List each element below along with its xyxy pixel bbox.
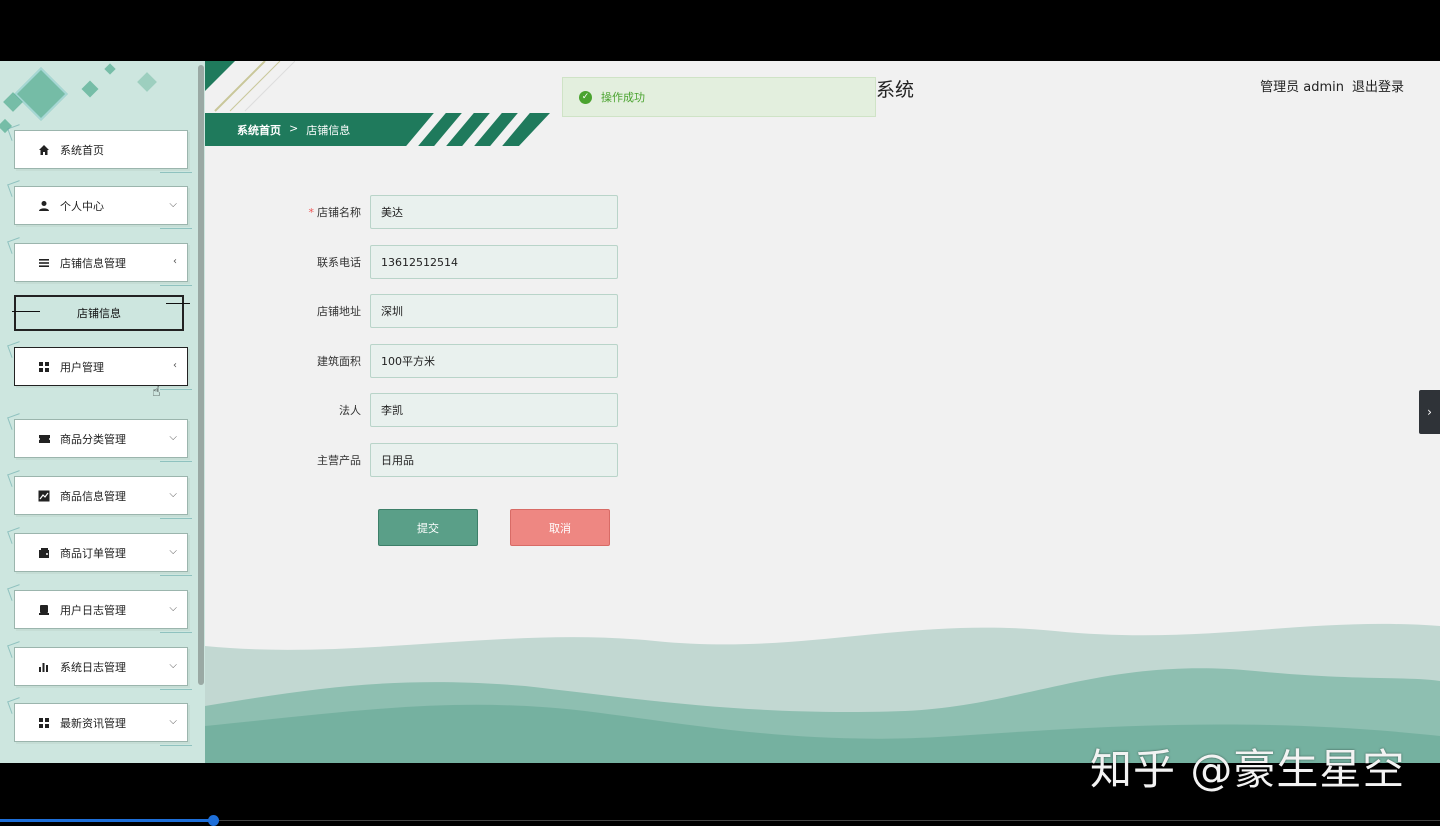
sidebar-decoration [104,63,116,75]
sidebar-item-label: 系统首页 [60,143,104,157]
sidebar-item-user-management[interactable]: 用户管理 ‹ [14,347,192,390]
required-mark: * [308,206,315,219]
form-row-phone: 联系电话 [290,245,630,279]
sidebar-scrollbar[interactable] [198,65,204,685]
chevron-right-icon: › [1427,405,1432,419]
sidebar-decoration [137,72,157,92]
grid-icon [37,360,51,374]
sidebar-item-label: 用户管理 [60,360,104,374]
page-title: 系统 [876,79,915,101]
logout-link[interactable]: 退出登录 [1352,76,1404,95]
person-icon [37,199,51,213]
form-row-shop-name: * 店铺名称 [290,195,630,229]
sidebar-item-label: 商品分类管理 [60,432,126,446]
sidebar-item-label: 个人中心 [60,199,104,213]
decor-line [12,311,40,312]
chevron-left-icon: ‹ [173,256,177,267]
sidebar-item-product-management[interactable]: 商品信息管理 ⌵ [14,476,192,519]
wallet-icon [37,546,51,560]
video-progress-bar[interactable] [0,819,214,822]
sidebar-item-label: 商品订单管理 [60,546,126,560]
chevron-down-icon: ⌵ [169,660,177,671]
field-label: 法人 [339,404,361,417]
chevron-down-icon: ⌵ [169,432,177,443]
chart-line-icon [37,489,51,503]
submit-button[interactable]: 提交 [378,509,478,546]
sidebar-item-system-log-management[interactable]: 系统日志管理 ⌵ [14,647,192,690]
form-row-area: 建筑面积 [290,344,630,378]
breadcrumb-separator: > [289,122,299,135]
video-progress-track[interactable] [214,820,1440,821]
ticket-icon [37,432,51,446]
sidebar-item-personal-center[interactable]: 个人中心 ⌵ [14,186,192,229]
sidebar-item-label: 系统日志管理 [60,660,126,674]
list-icon [37,256,51,270]
printer-icon [37,603,51,617]
video-progress-knob[interactable] [208,815,219,826]
field-label: 店铺地址 [317,305,361,318]
chevron-down-icon: ⌵ [169,546,177,557]
chevron-down-icon: ⌵ [169,199,177,210]
field-label: 主营产品 [317,454,361,467]
bar-chart-icon [37,660,51,674]
sidebar-item-label: 最新资讯管理 [60,716,126,730]
grid-icon [37,716,51,730]
sidebar-subitem-shop-info[interactable]: 店铺信息 [12,295,190,331]
area-field[interactable] [370,344,618,378]
form-row-main-product: 主营产品 [290,443,630,477]
sidebar-item-label: 用户日志管理 [60,603,126,617]
video-top-letterbox [0,0,1440,61]
cancel-button[interactable]: 取消 [510,509,610,546]
breadcrumb-current: 店铺信息 [306,124,351,137]
form-row-legal-person: 法人 [290,393,630,427]
field-label: * 店铺名称 [308,206,362,219]
chevron-down-icon: ⌵ [169,603,177,614]
breadcrumb: 系统首页 > 店铺信息 [237,122,350,138]
sidebar-item-category-management[interactable]: 商品分类管理 ⌵ [14,419,192,462]
decor-line [166,303,190,304]
sidebar-subitem-label: 店铺信息 [77,307,121,320]
user-label: 管理员 admin [1260,80,1344,95]
chevron-down-icon: ⌵ [169,716,177,727]
sidebar-item-label: 商品信息管理 [60,489,126,503]
sidebar-item-order-management[interactable]: 商品订单管理 ⌵ [14,533,192,576]
home-icon [37,143,51,157]
chevron-down-icon: ⌵ [169,489,177,500]
phone-field[interactable] [370,245,618,279]
breadcrumb-home[interactable]: 系统首页 [237,122,281,138]
sidebar-decoration [14,67,68,121]
legal-person-field[interactable] [370,393,618,427]
check-circle-icon: ✓ [579,90,592,104]
app-window: 系统首页 > 店铺信息 ✓ 操作成功 系统 管理员 admin 退出登录 * 店铺… [0,61,1440,763]
main-product-field[interactable] [370,443,618,477]
form-row-address: 店铺地址 [290,294,630,328]
side-panel-toggle[interactable]: › [1419,390,1440,434]
sidebar-item-user-log-management[interactable]: 用户日志管理 ⌵ [14,590,192,633]
field-label: 联系电话 [317,256,361,269]
sidebar-decoration [81,80,99,98]
sidebar-item-news-management[interactable]: 最新资讯管理 ⌵ [14,703,192,746]
success-toast: ✓ 操作成功 [562,77,876,117]
sidebar-item-label: 店铺信息管理 [60,256,126,270]
hand-cursor-icon: ☝ [152,384,161,400]
chevron-left-icon: ‹ [173,360,177,371]
watermark: 知乎 @豪生星空 [1090,745,1406,794]
address-field[interactable] [370,294,618,328]
shop-name-field[interactable] [370,195,618,229]
header-stripes [205,61,295,112]
sidebar-item-shop-management[interactable]: 店铺信息管理 ‹ [14,243,192,286]
sidebar-item-home[interactable]: 系统首页 [14,130,192,173]
field-label: 建筑面积 [317,355,361,368]
user-area: 管理员 admin 退出登录 [1260,76,1404,95]
toast-message: 操作成功 [601,91,645,104]
